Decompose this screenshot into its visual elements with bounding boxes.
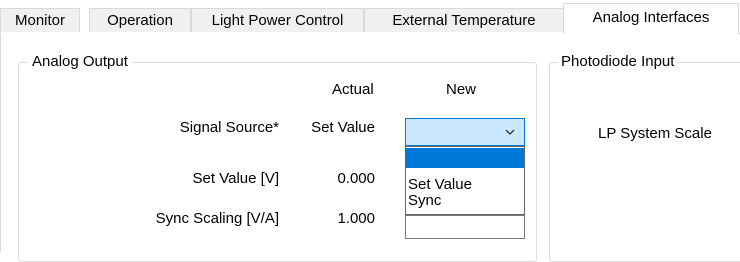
analog-output-title: Analog Output	[29, 52, 131, 72]
signal-source-dropdown-list[interactable]: Set Value Sync	[405, 146, 525, 215]
tab-monitor[interactable]: Monitor	[0, 8, 80, 32]
photodiode-input-title: Photodiode Input	[558, 52, 678, 72]
tab-external-temperature[interactable]: External Temperature	[364, 8, 564, 32]
tab-strip: Monitor Operation Light Power Control Ex…	[0, 0, 740, 34]
signal-source-label: Signal Source*	[179, 119, 279, 136]
tab-light-power-control[interactable]: Light Power Control	[191, 8, 364, 32]
analog-interfaces-panel: Analog Output Actual New Signal Source* …	[0, 33, 740, 262]
dropdown-option-empty[interactable]	[406, 148, 524, 168]
set-value-actual: 0.000	[337, 170, 375, 187]
dropdown-option-sync[interactable]: Sync	[406, 193, 524, 209]
sync-scaling-new-input[interactable]	[405, 215, 525, 239]
signal-source-actual: Set Value	[311, 119, 375, 136]
signal-source-combo[interactable]	[405, 118, 525, 146]
tab-analog-interfaces[interactable]: Analog Interfaces	[563, 3, 739, 34]
column-header-actual: Actual	[332, 81, 374, 98]
lp-system-scale-label: LP System Scale	[598, 125, 712, 142]
dropdown-option-set-value[interactable]: Set Value	[406, 177, 524, 193]
chevron-down-icon	[505, 129, 515, 135]
sync-scaling-actual: 1.000	[337, 210, 375, 227]
tab-operation[interactable]: Operation	[89, 8, 191, 32]
photodiode-input-group: Photodiode Input	[549, 52, 740, 262]
sync-scaling-label: Sync Scaling [V/A]	[155, 210, 279, 227]
set-value-label: Set Value [V]	[192, 170, 279, 187]
column-header-new: New	[446, 81, 477, 98]
